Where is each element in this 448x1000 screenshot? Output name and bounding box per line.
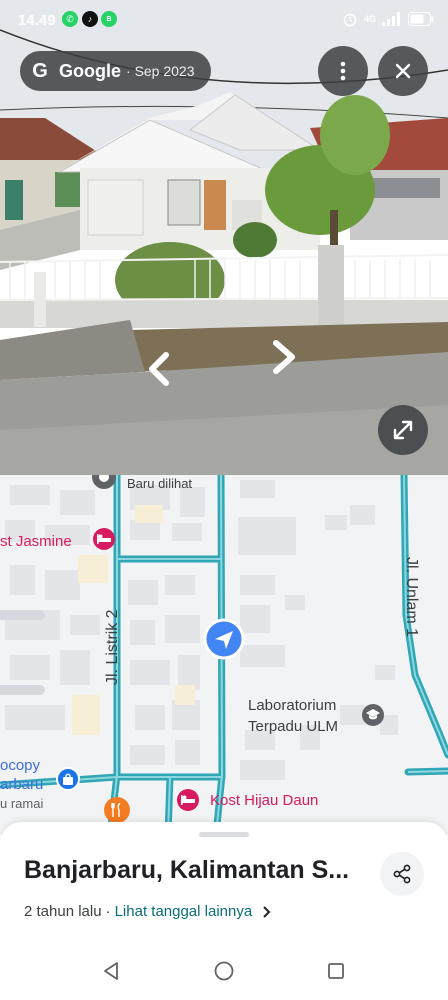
fotocopy-label-line2[interactable]: arbaru xyxy=(0,776,43,793)
kost-hijau-daun-label[interactable]: Kost Hijau Daun xyxy=(210,792,318,809)
arrow-right-icon[interactable] xyxy=(270,340,298,374)
imagery-info: 2 tahun lalu · Lihat tanggal lainnya xyxy=(24,903,274,920)
google-brand: Google xyxy=(59,60,121,81)
recents-button[interactable] xyxy=(323,958,349,984)
street-view-panorama[interactable]: 14.49 ✆ ♪ B 4G G Google · Sep 2023 xyxy=(0,0,448,475)
share-button[interactable] xyxy=(380,852,424,896)
home-button[interactable] xyxy=(211,958,237,984)
recently-viewed-label: Baru dilihat xyxy=(127,476,193,491)
fullscreen-button[interactable] xyxy=(378,405,428,455)
back-icon xyxy=(104,962,118,980)
fullscreen-icon xyxy=(393,420,413,440)
fotocopy-label-line1[interactable]: ocopy xyxy=(0,757,40,774)
capture-date: · Sep 2023 xyxy=(126,63,195,79)
system-nav-bar xyxy=(0,942,448,1000)
more-options-button[interactable] xyxy=(318,46,368,96)
imagery-age: 2 tahun lalu xyxy=(24,903,102,920)
hotel-icon[interactable] xyxy=(177,789,199,811)
education-icon[interactable] xyxy=(362,704,384,726)
close-button[interactable] xyxy=(378,46,428,96)
close-icon xyxy=(395,63,411,79)
home-icon xyxy=(214,961,234,981)
screen: 14.49 ✆ ♪ B 4G G Google · Sep 2023 Baru … xyxy=(0,0,448,1000)
street-label-jl-unlam: Jl. Unlam 1 xyxy=(403,557,420,638)
wa-business-icon: B xyxy=(101,11,117,27)
arrow-left-icon[interactable] xyxy=(146,352,172,386)
tiktok-icon: ♪ xyxy=(82,11,98,27)
hotel-icon[interactable] xyxy=(93,528,115,550)
chevron-right-icon[interactable] xyxy=(260,905,274,919)
lab-label-line1[interactable]: Laboratorium xyxy=(248,697,336,714)
alarm-icon xyxy=(343,13,357,27)
more-dates-link[interactable]: Lihat tanggal lainnya xyxy=(115,903,253,920)
google-g-icon: G xyxy=(32,59,48,82)
whatsapp-icon: ✆ xyxy=(62,11,78,27)
drag-handle[interactable] xyxy=(199,832,249,837)
separator: · xyxy=(105,903,111,920)
fotocopy-label-line3[interactable]: u ramai xyxy=(0,796,43,811)
lab-label-line2[interactable]: Terpadu ULM xyxy=(248,718,338,735)
imagery-date-chip[interactable]: G Google · Sep 2023 xyxy=(20,51,211,91)
place-title: Banjarbaru, Kalimantan S... xyxy=(24,856,350,884)
shopping-bag-icon[interactable] xyxy=(56,767,80,791)
share-icon xyxy=(393,864,411,884)
capture-date-value: Sep 2023 xyxy=(134,63,195,79)
back-button[interactable] xyxy=(98,958,124,984)
signal-icon xyxy=(382,12,400,26)
clock: 14.49 xyxy=(18,12,56,29)
map-view[interactable]: Baru dilihat st Jasmine Jl. Listrik 2 Jl… xyxy=(0,475,448,835)
place-bottom-sheet[interactable]: Banjarbaru, Kalimantan S... 2 tahun lalu… xyxy=(0,822,448,942)
more-vert-icon xyxy=(340,61,346,81)
kost-jasmine-label[interactable]: st Jasmine xyxy=(0,533,72,550)
status-bar: 14.49 ✆ ♪ B 4G xyxy=(0,0,448,40)
network-type: 4G xyxy=(363,13,376,24)
battery-icon xyxy=(408,12,434,26)
recents-icon xyxy=(328,963,344,979)
restaurant-icon[interactable] xyxy=(104,797,130,823)
status-icons: 4G xyxy=(342,11,434,27)
street-label-jl-listrik: Jl. Listrik 2 xyxy=(104,609,121,685)
